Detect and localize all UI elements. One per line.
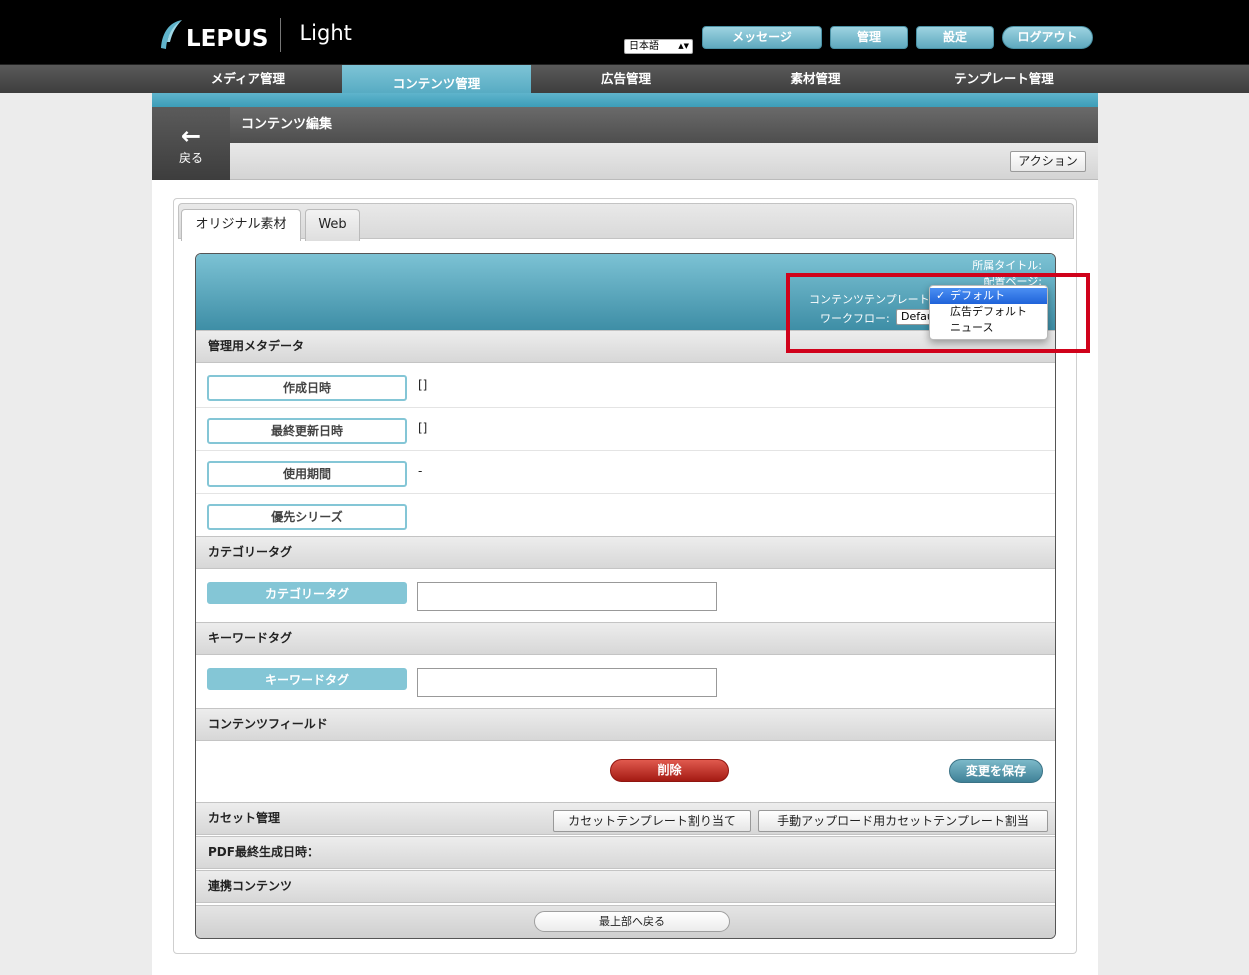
logo-sub: Light [299,21,352,45]
category-tag-label: カテゴリータグ [207,582,407,604]
nav-ads[interactable]: 広告管理 [531,65,721,94]
section-pdf: PDF最終生成日時： [196,836,1055,869]
message-button[interactable]: メッセージ [702,26,822,49]
owner-title-label: 所属タイトル: [972,259,1042,272]
logo-swoosh-icon [158,18,184,52]
logo-text: LEPUS [186,26,269,52]
nav-media[interactable]: メディア管理 [154,65,342,94]
keyword-tag-label: キーワードタグ [207,668,407,690]
logout-button[interactable]: ログアウト [1002,26,1093,49]
tab-bar: オリジナル素材 Web [178,203,1074,241]
priority-series-label: 優先シリーズ [207,504,407,530]
back-button[interactable]: ← 戻る [152,107,230,180]
section-category: カテゴリータグ [196,536,1055,569]
section-linked: 連携コンテンツ [196,870,1055,903]
keyword-tag-input[interactable] [417,668,717,697]
save-button[interactable]: 変更を保存 [949,759,1043,783]
back-arrow-icon: ← [180,122,202,150]
settings-button[interactable]: 設定 [916,26,994,49]
action-bar: アクション [230,143,1098,180]
top-bar: LEPUS Light 日本語 ▲▼ メッセージ 管理 設定 ログアウト [0,0,1249,64]
updated-at-label: 最終更新日時 [207,418,407,444]
highlight-box [786,273,1090,353]
main-nav: メディア管理 コンテンツ管理 広告管理 素材管理 テンプレート管理 [0,64,1249,99]
created-at-value: [] [418,378,428,392]
manual-cassette-button[interactable]: 手動アップロード用カセットテンプレート割当 [758,810,1048,832]
field-row: 優先シリーズ [196,494,1055,537]
category-tag-input[interactable] [417,582,717,611]
edit-panel: 所属タイトル: 配置ページ: コンテンツテンプレート ワークフロー: Defau… [195,253,1056,939]
back-label: 戻る [178,151,203,165]
accent-strip [152,93,1098,107]
page-title: コンテンツ編集 [230,107,1098,143]
language-select[interactable]: 日本語 ▲▼ [624,39,693,54]
usage-period-label: 使用期間 [207,461,407,487]
updated-at-value: [] [418,421,428,435]
created-at-label: 作成日時 [207,375,407,401]
nav-materials[interactable]: 素材管理 [721,65,910,94]
delete-button[interactable]: 削除 [610,759,729,782]
tab-web[interactable]: Web [305,209,360,241]
back-to-top-button[interactable]: 最上部へ戻る [534,911,730,932]
assign-cassette-button[interactable]: カセットテンプレート割り当て [553,810,751,832]
logo[interactable]: LEPUS Light [158,16,352,54]
language-value: 日本語 [629,41,659,52]
nav-templates[interactable]: テンプレート管理 [910,65,1098,94]
section-keyword: キーワードタグ [196,622,1055,655]
tab-original[interactable]: オリジナル素材 [181,209,301,241]
field-row: 作成日時 [] [196,365,1055,408]
sub-header: ← 戻る コンテンツ編集 アクション [152,107,1098,180]
panel-footer: 最上部へ戻る [196,905,1055,938]
section-content-field: コンテンツフィールド [196,708,1055,741]
admin-button[interactable]: 管理 [830,26,908,49]
field-row: 使用期間 - [196,451,1055,494]
field-row: 最終更新日時 [] [196,408,1055,451]
usage-period-value: - [418,464,423,478]
action-button[interactable]: アクション [1010,151,1086,172]
logo-divider [280,18,282,52]
select-arrows-icon: ▲▼ [678,42,689,50]
